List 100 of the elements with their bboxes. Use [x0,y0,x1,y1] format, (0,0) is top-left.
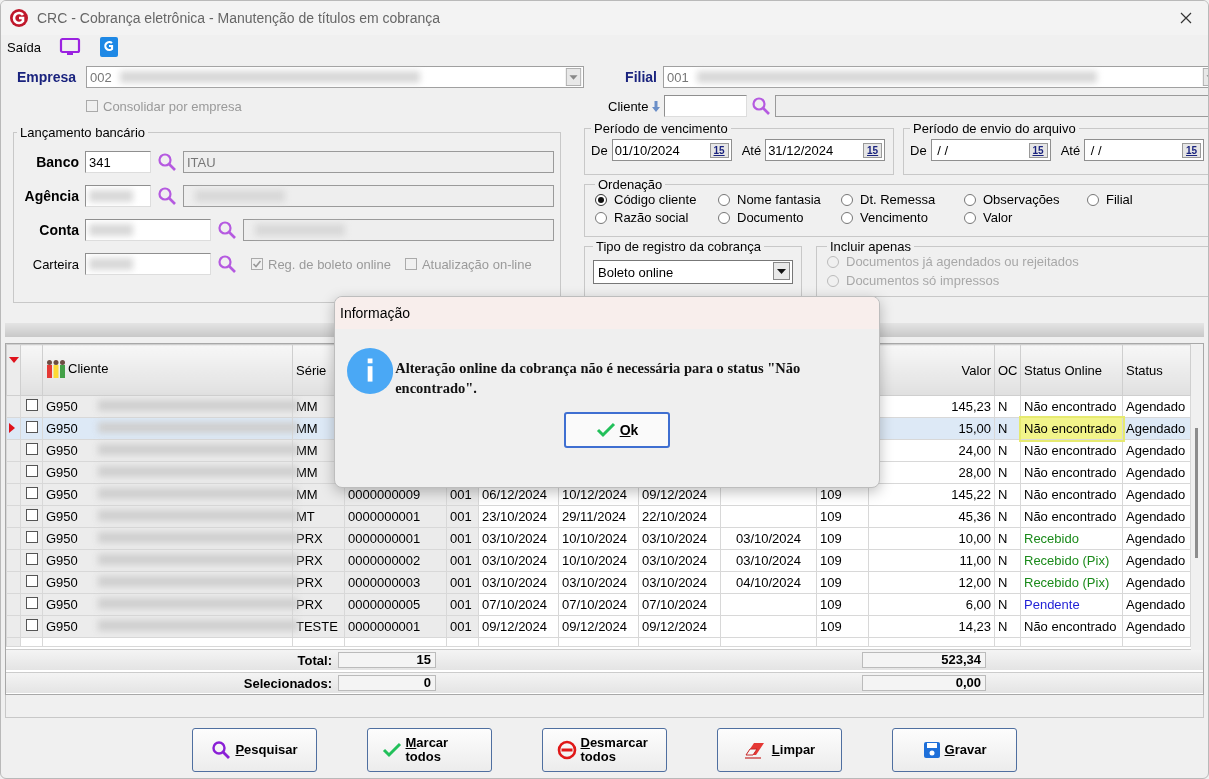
current-row-icon [9,423,15,433]
action-button[interactable]: Limpar [717,728,842,772]
filial-dropdown[interactable]: 001 [663,66,1208,88]
row-checkbox[interactable] [25,487,38,499]
column-header[interactable]: Série [296,362,327,378]
search-icon[interactable] [217,220,237,240]
table-cell: 109 [820,487,842,502]
option-label[interactable]: Documento [737,210,804,225]
date-field[interactable]: 01/10/2024 15 [611,139,732,161]
group-title: Ordenação [597,177,664,192]
radio-button[interactable] [595,193,607,206]
row-checkbox[interactable] [25,575,38,587]
column-header[interactable]: Cliente [68,361,109,376]
date-field[interactable]: / / 15 [930,139,1051,161]
search-icon[interactable] [217,254,237,274]
input-field[interactable]: 341 [85,151,151,173]
radio-button[interactable] [964,193,976,206]
table-cell: MM [296,421,318,436]
column-header[interactable]: Status [1126,362,1163,378]
row-checkbox[interactable] [25,619,38,631]
calendar-button[interactable]: 15 [709,142,729,158]
action-button[interactable]: Pesquisar [192,728,317,772]
option-label[interactable]: Filial [1106,192,1133,207]
table-row[interactable]: G950 PRX 0000000001 001 03/10/2024 10/10/2024 03/10/2024 03/10/2024 109 10,00 N Recebido Agendado [6,527,1191,550]
radio-button[interactable] [718,193,730,206]
row-checkbox[interactable] [25,531,38,543]
column-header[interactable]: Valor [961,362,991,378]
radio-button[interactable] [841,193,853,206]
monitor-icon[interactable] [59,37,81,57]
tipo-dropdown[interactable]: Boleto online [593,260,793,284]
search-icon [211,740,232,760]
app-icon[interactable] [99,36,119,58]
table-row[interactable]: G950 PRX 0000000005 001 07/10/2024 07/10/2024 07/10/2024 109 6,00 N Pendente Agendado [6,593,1191,616]
table-cell: N [998,597,1008,612]
group-title: Incluir apenas [829,239,912,254]
row-checkbox[interactable] [25,509,38,521]
status-online-text: Não encontrado [1024,443,1117,458]
table-cell: 09/12/2024 [642,487,708,502]
table-row[interactable]: G950 PRX 0000000002 001 03/10/2024 10/10/2024 03/10/2024 03/10/2024 109 11,00 N Recebido (Pix) Agendado [6,549,1191,572]
empresa-dropdown[interactable]: 002 [86,66,584,88]
action-button[interactable]: Desmarcar todos [542,728,667,772]
table-cell: 04/10/2024 [735,575,802,590]
option-label[interactable]: Razão social [614,210,689,225]
calendar-button[interactable]: 15 [1028,142,1048,158]
table-cell: 07/10/2024 [642,597,708,612]
row-checkbox[interactable] [25,597,38,609]
table-row[interactable]: G950 PRX 0000000003 001 03/10/2024 03/10/2024 03/10/2024 04/10/2024 109 12,00 N Recebido (Pix) Agendado [6,571,1191,594]
search-icon[interactable] [751,96,772,116]
close-icon[interactable] [1180,12,1192,24]
cliente-input[interactable] [664,95,748,117]
table-row[interactable]: G950 TESTE 0000000001 001 09/12/2024 09/12/2024 09/12/2024 109 14,23 N Não encontrado Agendado [6,615,1191,638]
calendar-button[interactable]: 15 [1182,142,1202,158]
radio-button[interactable] [595,211,607,224]
table-cell: 03/10/2024 [642,575,708,590]
input-field[interactable] [85,219,211,241]
table-cell: 03/10/2024 [642,553,708,568]
action-button[interactable]: Marcar todos [367,728,492,772]
table-cell: 07/10/2024 [562,597,628,612]
row-checkbox[interactable] [25,399,38,411]
option-label[interactable]: Dt. Remessa [860,192,936,207]
ok-button[interactable]: Ok [564,412,670,448]
table-row[interactable]: G950 MT 0000000001 001 23/10/2024 29/11/2024 22/10/2024 109 45,36 N Não encontrado Agendado [6,505,1191,528]
option-label[interactable]: Observações [983,192,1060,207]
option-label[interactable]: Valor [983,210,1013,225]
window-title: CRC - Cobrança eletrônica - Manutenção de títulos em cobrança [37,10,442,26]
row-checkbox[interactable] [25,443,38,455]
input-field[interactable] [85,253,211,275]
scrollbar-thumb[interactable] [1195,428,1198,558]
table-cell: 145,22 [951,487,991,502]
table-cell: G950 [46,619,78,634]
check-icon [595,422,616,438]
action-button[interactable]: Gravar [892,728,1017,772]
table-cell: 001 [450,619,472,634]
table-cell: N [998,575,1008,590]
date-label: De [910,142,927,158]
input-field[interactable] [85,185,151,207]
app-logo-icon [9,8,29,28]
radio-button[interactable] [964,211,976,224]
option-label[interactable]: Nome fantasia [737,192,821,207]
search-icon[interactable] [157,186,177,206]
option-label[interactable]: Código cliente [614,192,697,207]
table-cell: G950 [46,531,78,546]
sort-arrow-icon[interactable] [9,357,19,363]
date-field[interactable]: 31/12/2024 15 [765,139,886,161]
row-checkbox[interactable] [25,465,38,477]
option-label[interactable]: Vencimento [860,210,928,225]
calendar-button[interactable]: 15 [863,142,883,158]
table-cell: 10/10/2024 [562,553,628,568]
table-cell: N [998,531,1008,546]
search-icon[interactable] [157,152,177,172]
exit-menu[interactable]: Saída [7,39,41,55]
radio-button[interactable] [1087,193,1099,206]
table-cell: 29/11/2024 [562,509,627,524]
radio-button[interactable] [718,211,730,224]
radio-button[interactable] [841,211,853,224]
row-checkbox[interactable] [25,421,38,433]
row-checkbox[interactable] [25,553,38,565]
table-cell: 109 [820,531,842,546]
date-field[interactable]: / / 15 [1084,139,1205,161]
table-cell: G950 [46,575,78,590]
